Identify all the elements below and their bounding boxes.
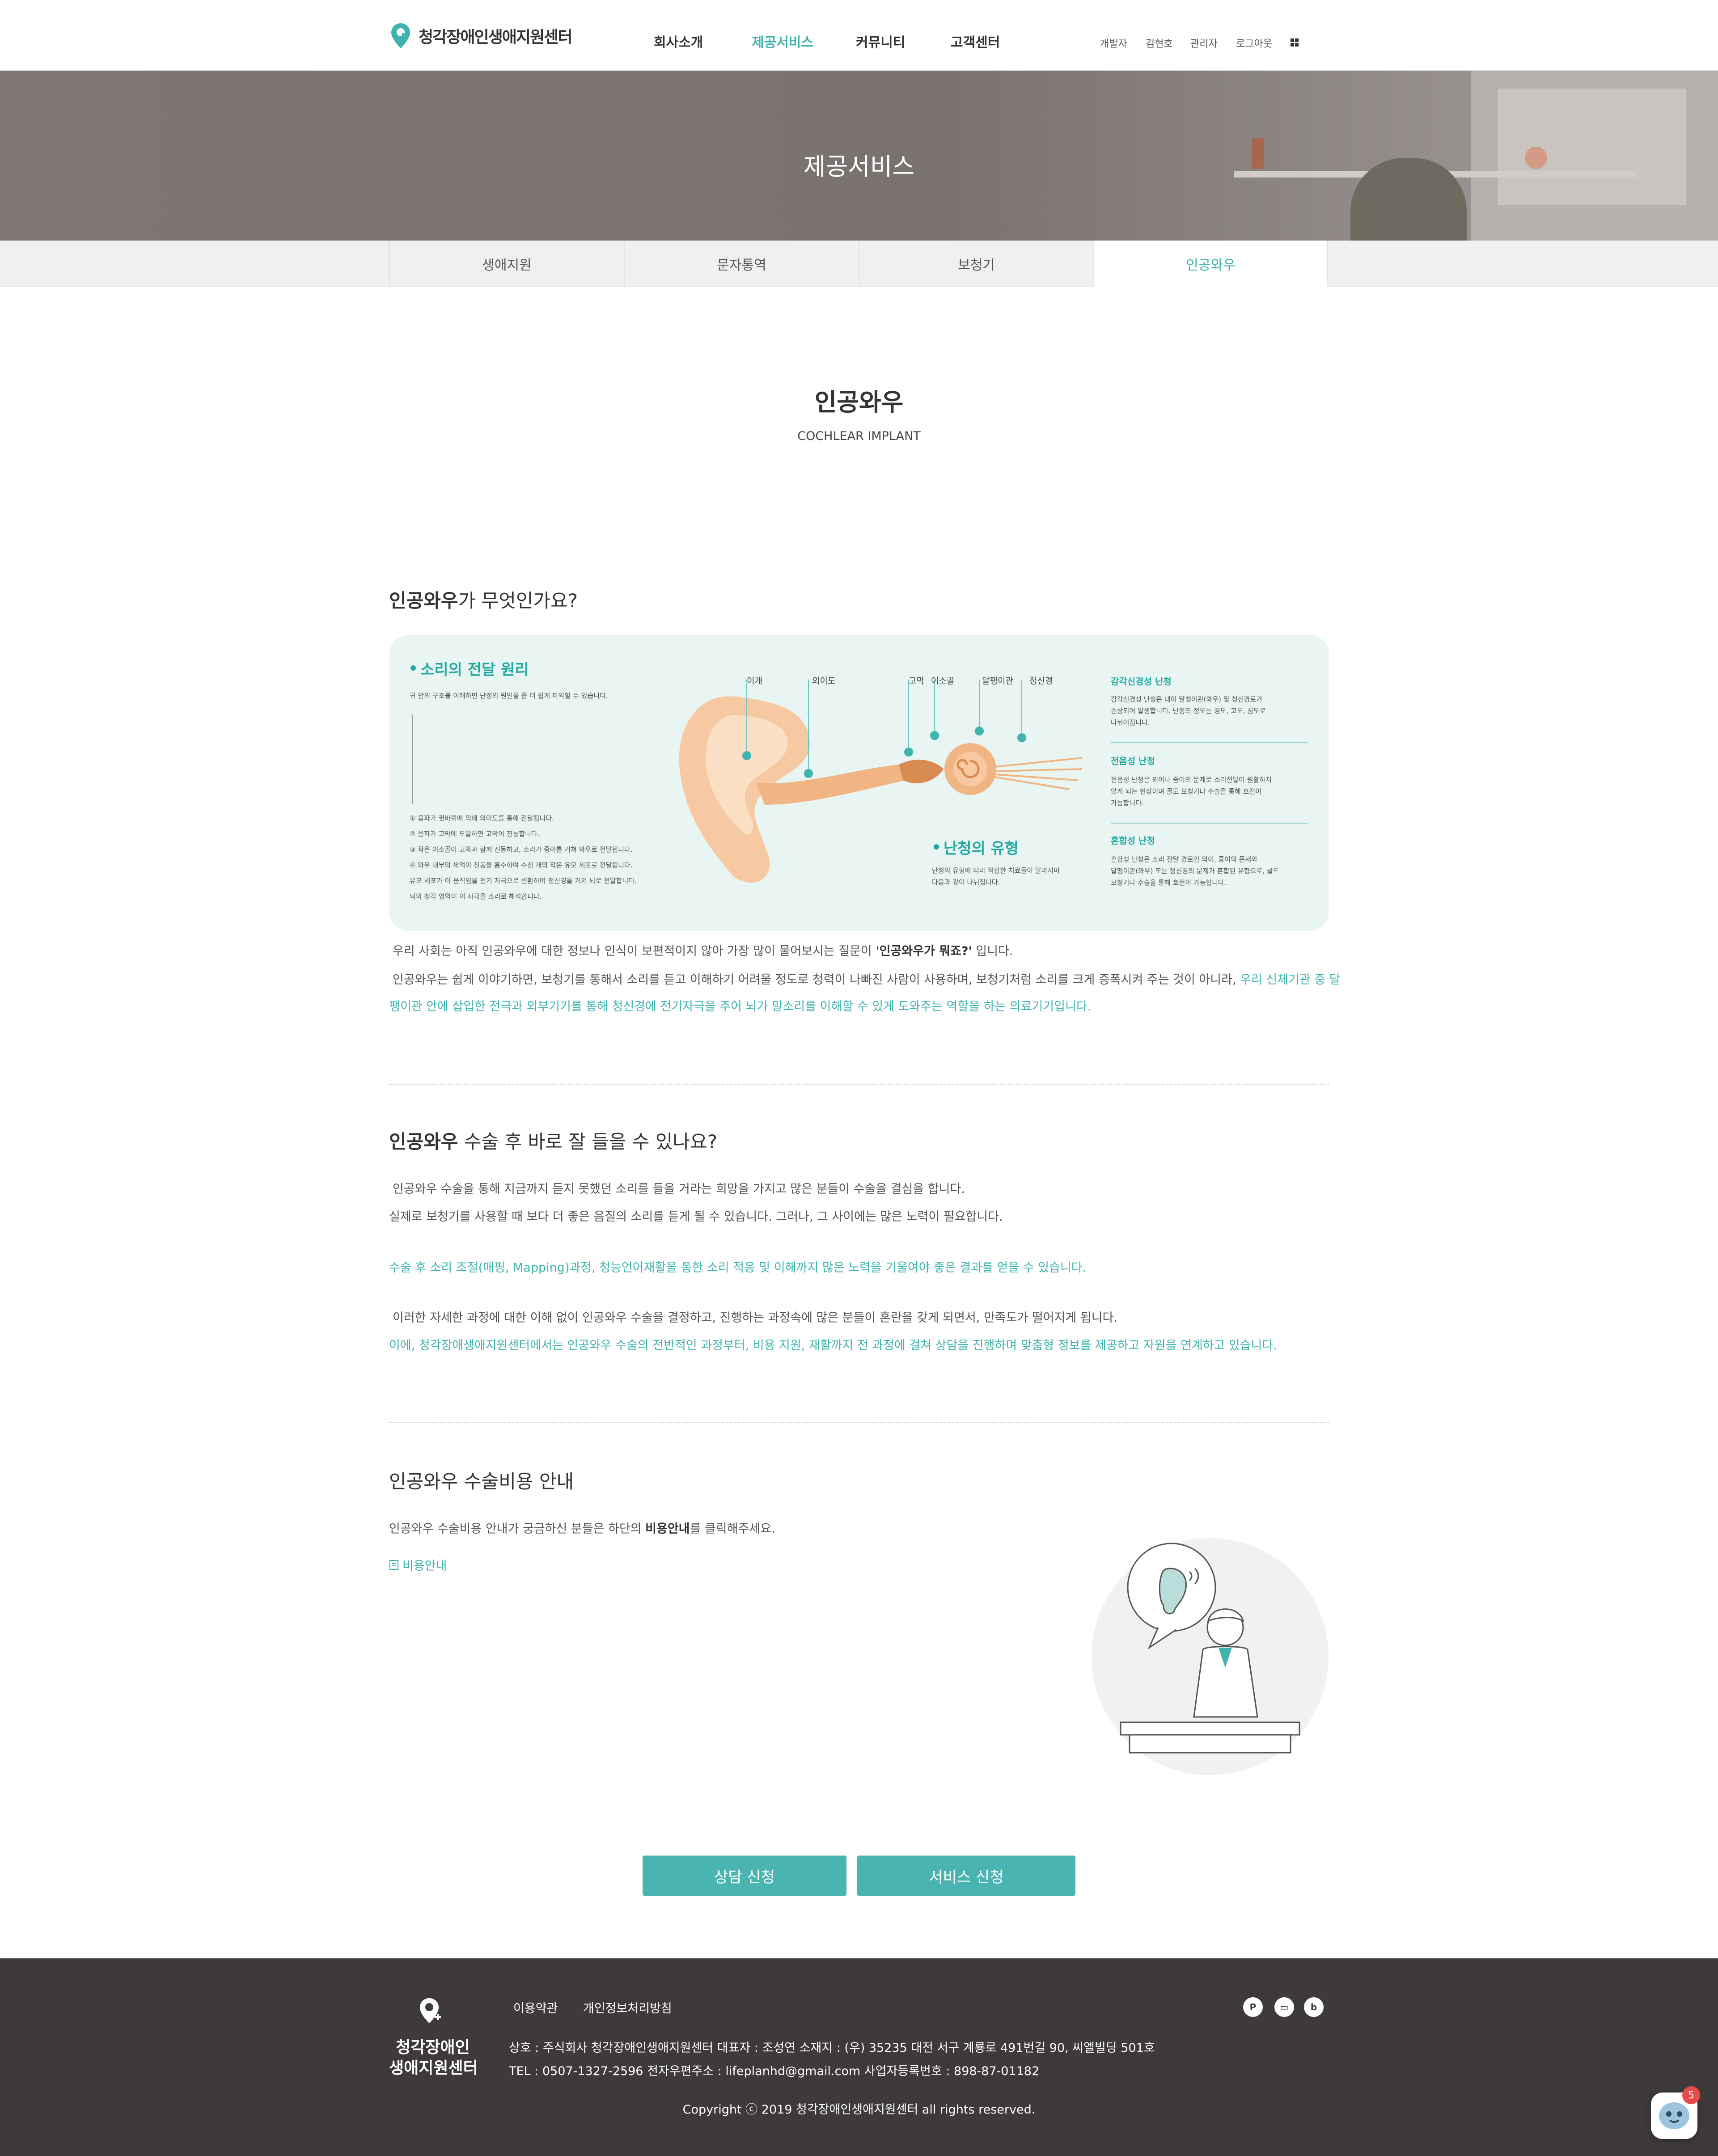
nav-about[interactable]: 회사소개	[654, 31, 703, 51]
page-subtitle: COCHLEAR IMPLANT	[797, 429, 921, 443]
diagram-step: ④ 와우 내부의 체액이 진동을 흡수하여 수천 개의 작은 유모 세포로 전달…	[410, 861, 633, 869]
label-auricle: 이개	[747, 676, 762, 686]
tab-cochlear-implant[interactable]: 인공와우	[1093, 241, 1328, 287]
diagram-step: ③ 작은 이소골이 고막과 함께 진동하고, 소리가 중이를 거쳐 와우로 전달…	[410, 845, 633, 854]
util-user[interactable]: 김현호	[1146, 36, 1173, 50]
type-sensorineural-text: 감각신경성 난청은 내이 달팽이관(와우) 및 청신경로가	[1111, 695, 1263, 703]
footer-link-terms[interactable]: 이용약관	[513, 1999, 558, 2016]
tab-hearing-aid[interactable]: 보청기	[859, 241, 1093, 287]
diagram-step: 뇌의 청각 영역이 이 자극을 소리로 해석합니다.	[410, 892, 542, 900]
bullet-icon	[410, 665, 416, 671]
hero-title: 제공서비스	[803, 152, 915, 181]
nav-support[interactable]: 고객센터	[951, 31, 1000, 51]
blog-icon[interactable]: b	[1304, 1997, 1324, 2017]
service-request-button[interactable]: 서비스 신청	[857, 1856, 1075, 1896]
section3-para: 인공와우 수술비용 안내가 궁금하신 분들은 하단의 비용안내를 클릭해주세요.	[389, 1522, 775, 1536]
ear-diagram: 소리의 전달 원리 귀 안의 구조를 이해하면 난청의 원인을 좀 더 쉽게 파…	[389, 635, 1329, 931]
type-conductive-text: 않게 되는 현상이며 골도 보청기나 수술을 통해 호전이	[1111, 787, 1261, 795]
footer-link-privacy[interactable]: 개인정보처리방침	[583, 1999, 672, 2016]
section2-heading: 인공와우 수술 후 바로 잘 들을 수 있나요?	[389, 1131, 717, 1153]
diagram-vline	[412, 714, 413, 804]
type-conductive-text: 전음성 난청은 외이나 중이의 문제로 소리전달이 원활하지	[1111, 776, 1272, 784]
chat-notification-badge: 5	[1682, 2086, 1700, 2104]
ear-illustration	[679, 680, 1083, 883]
diagram-sub-types: 난청의 유형에 따라 적합한 치료들이 달라지며	[932, 867, 1060, 875]
footer-contact-info: TEL : 0507-1327-2596 전자우편주소 : lifeplanhd…	[509, 2064, 1040, 2078]
diagram-step: 유모 세포가 이 움직임을 전기 자극으로 변환하여 청신경을 거쳐 뇌로 전달…	[410, 877, 637, 885]
cost-guide-link[interactable]: 비용안내	[389, 1556, 447, 1573]
section2-para4: 이러한 자세한 과정에 대한 이해 없이 인공와우 수술을 결정하고, 진행하는…	[393, 1311, 1117, 1325]
doctor-illustration	[1092, 1538, 1329, 1775]
label-auditory-nerve: 청신경	[1029, 676, 1053, 686]
location-pin-icon	[391, 23, 410, 48]
section1-para2: 인공와우는 쉽게 이야기하면, 보청기를 통해서 소리를 듣고 이해하기 어려울…	[393, 973, 1341, 987]
tab-text-interpretation[interactable]: 문자통역	[624, 241, 859, 287]
section2-para2: 실제로 보청기를 사용할 때 보다 더 좋은 음질의 소리를 듣게 될 수 있습…	[389, 1210, 1003, 1224]
diagram-sub-transmission: 귀 안의 구조를 이해하면 난청의 원인을 좀 더 쉽게 파악할 수 있습니다.	[410, 692, 608, 700]
page-title: 인공와우	[814, 388, 904, 416]
talk-icon[interactable]: ▭	[1274, 1997, 1294, 2017]
footer-logo-line1: 청각장애인	[396, 2038, 470, 2057]
hero-banner: 제공서비스	[0, 71, 1718, 241]
type-conductive-title: 전음성 난청	[1111, 756, 1155, 766]
logo-text: 청각장애인생애지원센터	[419, 28, 572, 47]
section1-para1: 우리 사회는 아직 인공와우에 대한 정보나 인식이 보편적이지 않아 가장 많…	[393, 944, 1013, 958]
section-divider	[389, 1084, 1329, 1085]
section1-heading: 인공와우가 무엇인가요?	[389, 590, 578, 612]
nav-community[interactable]: 커뮤니티	[856, 31, 905, 51]
diagram-step: ① 음파가 귓바퀴에 의해 외이도를 통해 전달됩니다.	[410, 814, 554, 822]
cost-guide-link-label[interactable]: 비용안내	[402, 1556, 447, 1573]
post-icon[interactable]: P	[1243, 1997, 1263, 2017]
diagram-divider	[1111, 742, 1308, 743]
diagram-title-types: 난청의 유형	[944, 840, 1019, 858]
grid-menu-icon[interactable]	[1291, 38, 1299, 47]
util-admin[interactable]: 관리자	[1190, 36, 1218, 50]
site-footer: 청각장애인 생애지원센터 이용약관 개인정보처리방침 상호 : 주식회사 청각장…	[0, 1958, 1718, 2156]
type-sensorineural-title: 감각신경성 난청	[1111, 676, 1172, 687]
type-mixed-text: 보청기나 수술을 통해 호전이 가능합니다.	[1111, 879, 1227, 887]
type-conductive-text: 가능합니다.	[1111, 799, 1144, 807]
type-mixed-text: 달팽이관(와우) 또는 청신경의 문제가 혼합된 유형으로, 골도	[1111, 867, 1279, 875]
section-divider	[389, 1422, 1329, 1423]
util-developer[interactable]: 개발자	[1100, 36, 1127, 50]
label-eardrum: 고막	[909, 676, 924, 686]
chatbot-icon	[1659, 2102, 1689, 2129]
footer-copyright: Copyright ⓒ 2019 청각장애인생애지원센터 all rights …	[682, 2103, 1036, 2117]
diagram-title-transmission: 소리의 전달 원리	[420, 661, 529, 679]
type-sensorineural-text: 나뉘어집니다.	[1111, 719, 1150, 727]
label-cochlea: 달팽이관	[982, 676, 1013, 686]
nav-services[interactable]: 제공서비스	[752, 31, 813, 51]
footer-logo-pin-icon	[420, 1998, 441, 2023]
section1-para3: 팽이관 안에 삽입한 전극과 외부기기를 통해 청신경에 전기자극을 주어 뇌가…	[389, 1000, 1092, 1014]
type-mixed-title: 혼합성 난청	[1111, 835, 1155, 846]
tab-lifecare[interactable]: 생애지원	[389, 241, 624, 287]
document-icon	[389, 1560, 398, 1570]
diagram-sub-types: 다음과 같이 나뉘집니다.	[932, 878, 1000, 886]
diagram-step: ② 음파가 고막에 도달하면 고막이 진동합니다.	[410, 830, 540, 838]
util-logout[interactable]: 로그아웃	[1236, 36, 1272, 50]
footer-logo-line2: 생애지원센터	[389, 2059, 478, 2077]
section3-heading: 인공와우 수술비용 안내	[389, 1471, 574, 1492]
bullet-icon	[934, 844, 939, 850]
label-ear-canal: 외이도	[812, 676, 836, 686]
footer-company-info: 상호 : 주식회사 청각장애인생애지원센터 대표자 : 조성연 소재지 : (우…	[509, 2041, 1155, 2055]
site-logo[interactable]: 청각장애인생애지원센터	[389, 21, 572, 50]
label-ossicles: 이소골	[931, 676, 955, 686]
type-sensorineural-text: 손상되어 발생합니다. 난청의 정도는 경도, 고도, 심도로	[1111, 707, 1266, 715]
section2-para5: 이에, 청각장애생애지원센터에서는 인공와우 수술의 전반적인 과정부터, 비용…	[389, 1339, 1277, 1353]
site-header: 청각장애인생애지원센터 회사소개 제공서비스 커뮤니티 고객센터 개발자 김현호…	[0, 0, 1718, 71]
section2-para3: 수술 후 소리 조절(매핑, Mapping)과정, 청능언어재활을 통한 소리…	[389, 1261, 1087, 1275]
section2-para1: 인공와우 수술을 통해 지금까지 듣지 못했던 소리를 들을 거라는 희망을 가…	[393, 1182, 965, 1196]
consult-request-button[interactable]: 상담 신청	[643, 1856, 846, 1896]
type-mixed-text: 혼합성 난청은 소리 전달 경로인 외이, 중이의 문제와	[1111, 855, 1257, 863]
diagram-divider	[1111, 823, 1308, 824]
sub-tabs: 생애지원 문자통역 보청기 인공와우	[0, 241, 1718, 287]
